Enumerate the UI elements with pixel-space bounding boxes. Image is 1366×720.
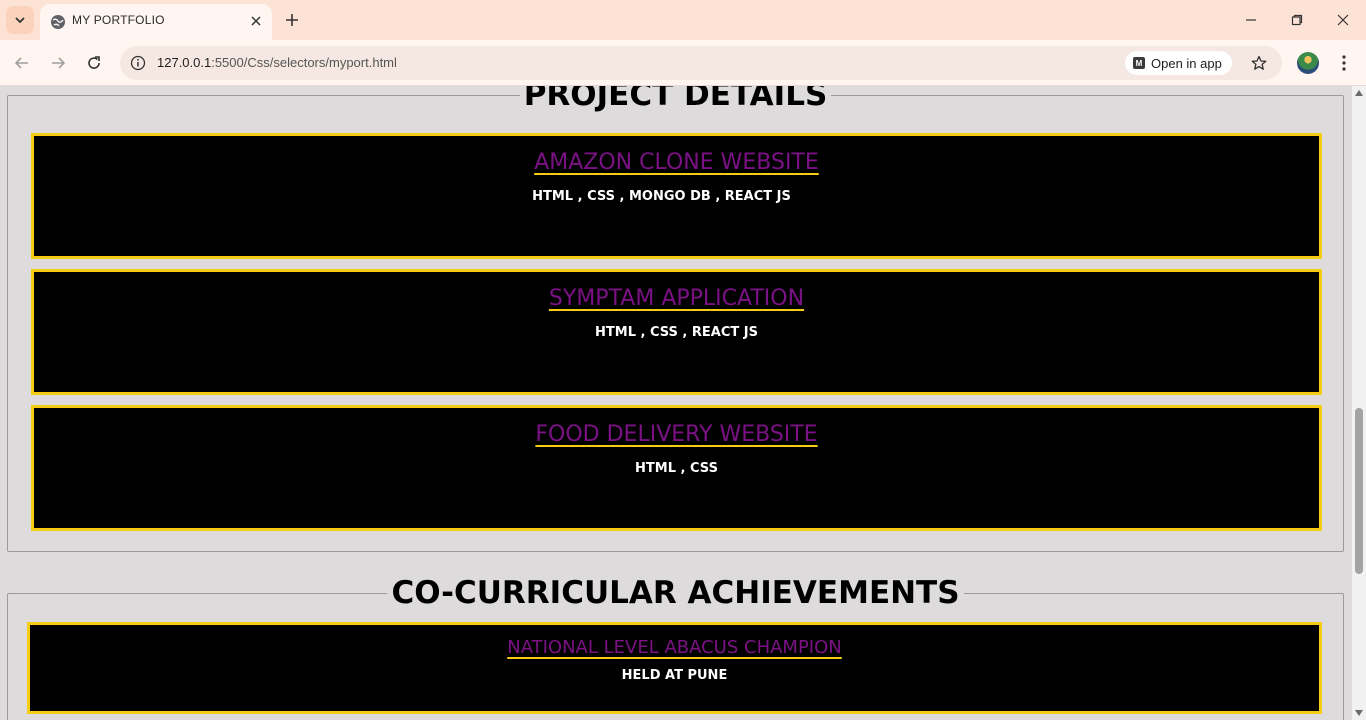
arrow-left-icon [14,57,28,69]
profile-avatar[interactable] [1297,52,1319,74]
project-title-link[interactable]: AMAZON CLONE WEBSITE [534,150,819,175]
scroll-up-arrow-icon[interactable] [1355,90,1363,96]
plus-icon [286,14,298,26]
minimize-button[interactable] [1239,8,1263,32]
more-vertical-icon [1342,55,1346,71]
browser-toolbar: 127.0.0.1:5500/Css/selectors/myport.html… [0,40,1366,86]
chevron-down-icon [15,17,25,24]
close-window-button[interactable] [1331,8,1355,32]
project-title-link[interactable]: SYMPTAM APPLICATION [549,286,804,311]
project-card: SYMPTAM APPLICATION HTML , CSS , REACT J… [31,269,1322,395]
project-stack: HTML , CSS [635,461,718,476]
reload-button[interactable] [82,51,106,75]
restore-icon [1291,14,1303,26]
back-button[interactable] [10,51,34,75]
close-icon [1337,14,1349,26]
address-bar[interactable]: 127.0.0.1:5500/Css/selectors/myport.html… [120,46,1282,80]
browser-tab[interactable]: MY PORTFOLIO [40,4,272,40]
info-icon [130,55,146,71]
project-stack: HTML , CSS , REACT JS [595,325,758,340]
star-icon [1251,55,1267,70]
url-path: :5500/Css/selectors/myport.html [211,55,397,70]
project-stack: HTML , CSS , MONGO DB , REACT JS [532,189,791,204]
achievement-card: NATIONAL LEVEL ABACUS CHAMPION HELD AT P… [27,622,1322,714]
scroll-down-arrow-icon[interactable] [1355,710,1363,716]
scrollbar-thumb[interactable] [1355,408,1363,574]
forward-button[interactable] [46,51,70,75]
browser-menu-button[interactable] [1334,52,1354,74]
globe-icon [51,15,65,29]
url-host: 127.0.0.1 [157,55,212,70]
minimize-icon [1246,19,1256,21]
achievement-detail: HELD AT PUNE [621,668,728,683]
achievement-title-link[interactable]: NATIONAL LEVEL ABACUS CHAMPION [507,637,842,658]
page-viewport: PROJECT DETAILS AMAZON CLONE WEBSITE HTM… [0,86,1352,720]
cocurricular-heading: CO-CURRICULAR ACHIEVEMENTS [391,575,960,611]
new-tab-button[interactable] [282,10,302,30]
app-icon: M [1133,57,1145,69]
site-info-button[interactable] [128,53,148,73]
tab-title: MY PORTFOLIO [72,13,165,27]
restore-button[interactable] [1285,8,1309,32]
projects-heading: PROJECT DETAILS [523,86,828,113]
tab-search-button[interactable] [6,6,34,34]
open-in-app-button[interactable]: M Open in app [1125,51,1232,75]
url-text: 127.0.0.1:5500/Css/selectors/myport.html [157,55,397,70]
bookmark-button[interactable] [1248,52,1270,74]
reload-icon [88,56,100,69]
vertical-scrollbar[interactable] [1352,86,1366,720]
project-title-link[interactable]: FOOD DELIVERY WEBSITE [535,422,817,447]
project-card: AMAZON CLONE WEBSITE HTML , CSS , MONGO … [31,133,1322,259]
tab-bar: MY PORTFOLIO [0,0,1366,40]
arrow-right-icon [52,57,66,69]
tab-close-button[interactable] [248,13,264,29]
project-card: FOOD DELIVERY WEBSITE HTML , CSS [31,405,1322,531]
close-icon [251,16,261,26]
open-in-app-label: Open in app [1151,55,1222,71]
